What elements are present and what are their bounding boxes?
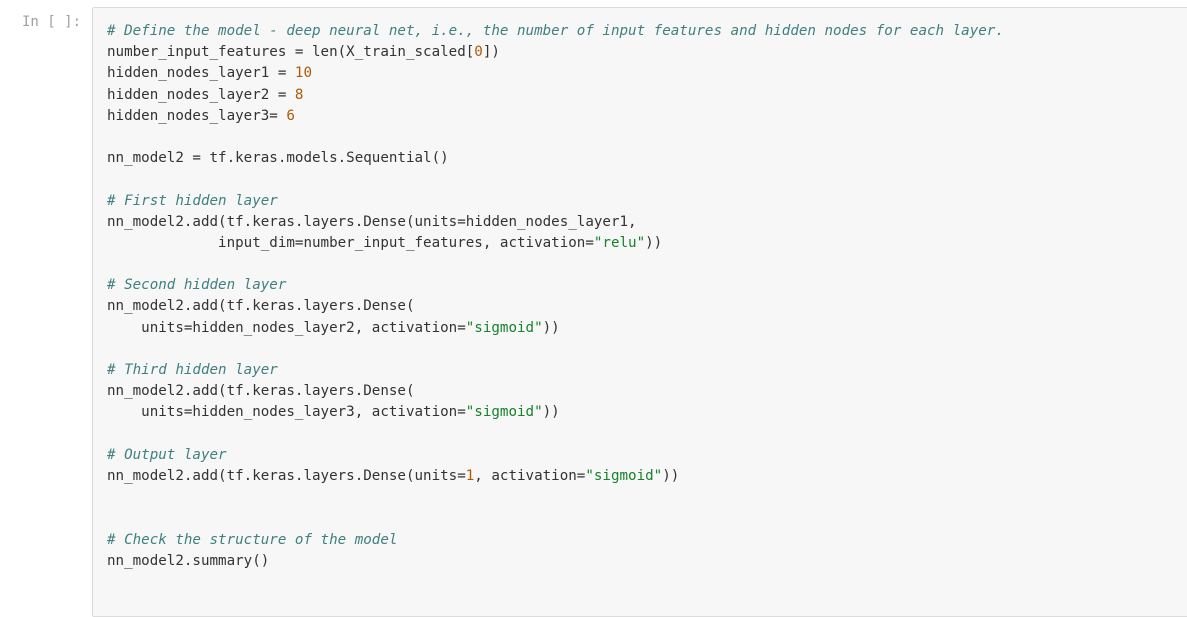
code-line: hidden_nodes_layer3= 6 [107, 106, 1004, 127]
code-token: , activation= [474, 467, 586, 484]
code-token: nn_model2 = tf.keras.models.Sequential() [107, 150, 449, 167]
code-number: 8 [294, 86, 304, 103]
code-line: number_input_features = len(X_train_scal… [107, 42, 1004, 63]
code-string: "sigmoid" [465, 319, 543, 336]
code-token: nn_model2.add(tf.keras.layers.Dense( [107, 383, 415, 400]
code-token: nn_model2.add(tf.keras.layers.Dense( [107, 298, 415, 315]
code-token: )) [645, 234, 663, 251]
code-comment: # Second hidden layer [107, 277, 287, 294]
code-line: nn_model2.add(tf.keras.layers.Dense( [107, 296, 1004, 317]
code-number: 10 [294, 65, 313, 82]
code-number: 0 [474, 44, 483, 61]
code-token: hidden_nodes_layer3= [107, 107, 287, 124]
code-number: 6 [286, 107, 295, 124]
code-line: # Check the structure of the model [107, 530, 1004, 551]
code-string: "sigmoid" [465, 404, 543, 421]
code-token: nn_model2.add(tf.keras.layers.Dense(unit… [107, 213, 637, 230]
code-line: nn_model2.summary() [107, 551, 1004, 572]
code-line: nn_model2.add(tf.keras.layers.Dense( [107, 381, 1004, 402]
code-token: hidden_nodes_layer2 = [107, 86, 295, 103]
code-line: units=hidden_nodes_layer3, activation="s… [107, 402, 1004, 423]
code-token: ]) [482, 44, 500, 61]
code-token: units=hidden_nodes_layer3, activation= [107, 404, 466, 421]
code-token: nn_model2.add(tf.keras.layers.Dense(unit… [107, 467, 466, 484]
code-number: 1 [465, 467, 475, 484]
code-block[interactable]: # Define the model - deep neural net, i.… [107, 21, 1004, 572]
code-line: input_dim=number_input_features, activat… [107, 233, 1004, 254]
code-token: )) [542, 404, 560, 421]
code-string: "sigmoid" [585, 467, 663, 484]
code-comment: # Define the model - deep neural net, i.… [107, 23, 1004, 39]
code-line: # First hidden layer [107, 191, 1004, 212]
code-token: )) [542, 319, 560, 336]
code-editor[interactable]: # Define the model - deep neural net, i.… [92, 7, 1187, 617]
notebook-code-cell: In [ ]: # Define the model - deep neural… [0, 0, 1187, 617]
code-line: units=hidden_nodes_layer2, activation="s… [107, 318, 1004, 339]
code-comment: # Third hidden layer [107, 362, 278, 378]
code-line: # Second hidden layer [107, 275, 1004, 296]
code-token: )) [662, 467, 680, 484]
code-string: "relu" [593, 234, 646, 251]
code-comment: # Check the structure of the model [107, 531, 398, 548]
code-line: # Output layer [107, 445, 1004, 466]
code-comment: # First hidden layer [107, 192, 278, 209]
cell-prompt: In [ ]: [22, 14, 82, 30]
code-line: nn_model2.add(tf.keras.layers.Dense(unit… [107, 466, 1004, 487]
code-line: # Third hidden layer [107, 360, 1004, 381]
code-token: number_input_features = len(X_train_scal… [107, 44, 475, 61]
code-line: nn_model2.add(tf.keras.layers.Dense(unit… [107, 212, 1004, 233]
code-comment: # Output layer [107, 446, 227, 463]
code-line: hidden_nodes_layer2 = 8 [107, 85, 1004, 106]
code-token: hidden_nodes_layer1 = [107, 65, 295, 82]
code-line: nn_model2 = tf.keras.models.Sequential() [107, 148, 1004, 169]
code-token: nn_model2.summary() [107, 552, 270, 569]
code-token: units=hidden_nodes_layer2, activation= [107, 319, 466, 336]
code-token: input_dim=number_input_features, activat… [107, 234, 594, 251]
code-line: # Define the model - deep neural net, i.… [107, 21, 1004, 42]
code-line: hidden_nodes_layer1 = 10 [107, 63, 1004, 84]
